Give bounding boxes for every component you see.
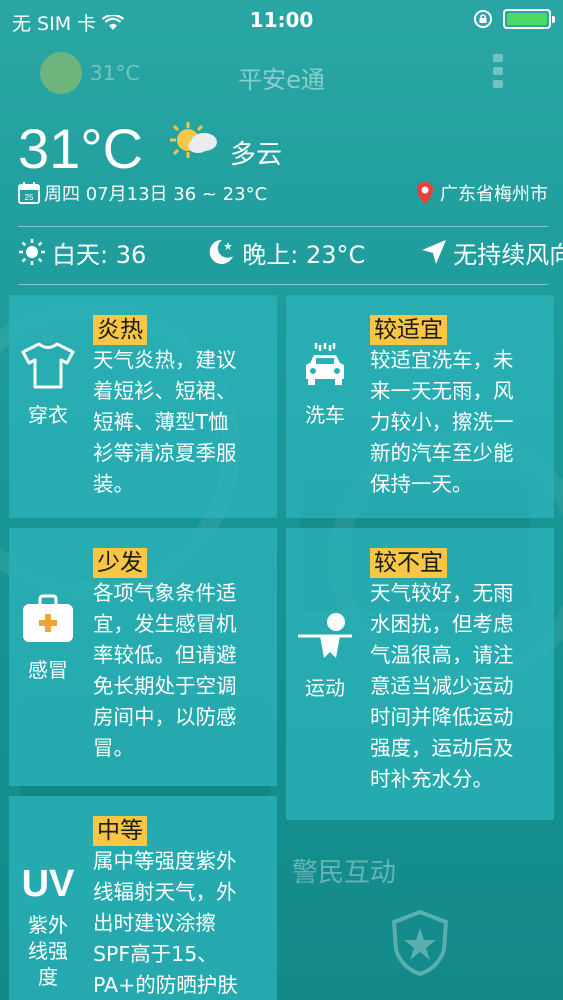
index-card-sport[interactable]: 运动 较不宜 天气较好，无雨 水困扰，但考虑 气温很高，请注 意适当减少运动 时… — [286, 528, 554, 820]
car-wash-icon — [306, 343, 344, 385]
day-temp: 白天: 36 — [18, 235, 146, 270]
card-label: 感冒 — [28, 658, 68, 682]
weather-condition: 多云 — [230, 140, 283, 170]
more-icon[interactable] — [493, 54, 503, 88]
card-label: 洗车 — [305, 403, 345, 427]
nav-bar: 31°C 平安e通 — [0, 40, 563, 112]
wind: 无持续风向 — [421, 235, 563, 270]
index-card-cold[interactable]: 感冒 少发 各项气象条件适 宜，发生感冒机 率较低。但请避 免长期处于空调 房间… — [9, 528, 277, 786]
partly-cloudy-icon — [170, 122, 217, 158]
clothing-icon-wrap: 穿衣 — [19, 341, 77, 428]
card-label: 紫外 线强 度 — [28, 913, 68, 989]
rotation-lock-icon — [474, 10, 492, 28]
location[interactable]: 广东省梅州市 — [416, 180, 548, 206]
card-description: 天气炎热，建议 着短衫、短裙、 短裤、薄型T恤 衫等清凉夏季服 装。 — [93, 348, 237, 496]
wind-label: 无持续风向 — [453, 240, 563, 269]
card-level: 炎热 — [93, 315, 147, 345]
index-card-clothing[interactable]: 穿衣 炎热 天气炎热，建议 着短衫、短裙、 短裤、薄型T恤 衫等清凉夏季服 装。 — [9, 295, 277, 518]
sun-icon — [19, 239, 45, 265]
card-description: 各项气象条件适 宜，发生感冒机 率较低。但请避 免长期处于空调 房间中，以防感 … — [93, 581, 237, 760]
card-level: 少发 — [93, 548, 147, 578]
weather-header: 31°C 多云 25 周四 07月13日 36 ~ 23°C 广东省梅州市 — [18, 116, 548, 224]
location-pin-icon — [417, 182, 433, 204]
night-temp: 晚上: 23°C — [206, 235, 365, 270]
nav-title: 平安e通 — [238, 66, 325, 94]
date-row: 25 周四 07月13日 36 ~ 23°C — [18, 180, 267, 206]
index-card-uv[interactable]: UV 紫外 线强 度 中等 属中等强度紫外 线辐射天气，外 出时建议涂擦 SPF… — [9, 796, 277, 1000]
date-text: 周四 07月13日 36 ~ 23°C — [44, 184, 268, 205]
divider-bottom — [18, 284, 548, 285]
car-wash-icon-wrap: 洗车 — [296, 341, 354, 428]
battery-indicator — [503, 9, 555, 29]
card-description: 天气较好，无雨 水困扰，但考虑 气温很高，请注 意适当减少运动 时间并降低运动 … — [370, 581, 514, 791]
card-level: 较适宜 — [370, 315, 447, 345]
divider-top — [18, 226, 548, 227]
calendar-icon: 25 — [18, 182, 40, 204]
status-bar: 无 SIM 卡 11:00 — [0, 0, 563, 40]
uv-icon: UV — [21, 863, 75, 905]
moon-icon — [209, 239, 234, 264]
night-temp-label: 晚上: 23°C — [242, 240, 366, 269]
current-temperature: 31°C — [18, 117, 144, 180]
medical-kit-icon — [23, 594, 73, 642]
calendar-day: 25 — [25, 193, 34, 202]
card-label: 运动 — [305, 676, 345, 700]
sport-icon — [298, 613, 352, 658]
index-card-car-wash[interactable]: 洗车 较适宜 较适宜洗车，未 来一天无雨，风 力较小，擦洗一 新的汽车至少能 保… — [286, 295, 554, 518]
tshirt-icon — [21, 342, 75, 389]
card-label: 穿衣 — [28, 403, 68, 427]
card-description: 属中等强度紫外 线辐射天气，外 出时建议涂擦 SPF高于15、 PA+的防晒护肤 — [93, 849, 238, 997]
uv-icon-wrap: UV 紫外 线强 度 — [19, 862, 77, 990]
day-night-row: 白天: 36 晚上: 23°C 无持续风向 — [18, 228, 563, 276]
battery-fill — [507, 13, 547, 25]
police-badge-icon — [391, 910, 449, 976]
location-text: 广东省梅州市 — [440, 184, 548, 205]
card-level: 较不宜 — [370, 548, 447, 578]
cold-icon-wrap: 感冒 — [19, 594, 77, 683]
bg-police-label: 警民互动 — [292, 858, 397, 888]
sport-icon-wrap: 运动 — [296, 612, 354, 701]
day-temp-label: 白天: 36 — [52, 240, 147, 269]
card-description: 较适宜洗车，未 来一天无雨，风 力较小，擦洗一 新的汽车至少能 保持一天。 — [370, 348, 514, 496]
card-level: 中等 — [93, 816, 147, 846]
wind-direction-icon — [422, 240, 447, 264]
